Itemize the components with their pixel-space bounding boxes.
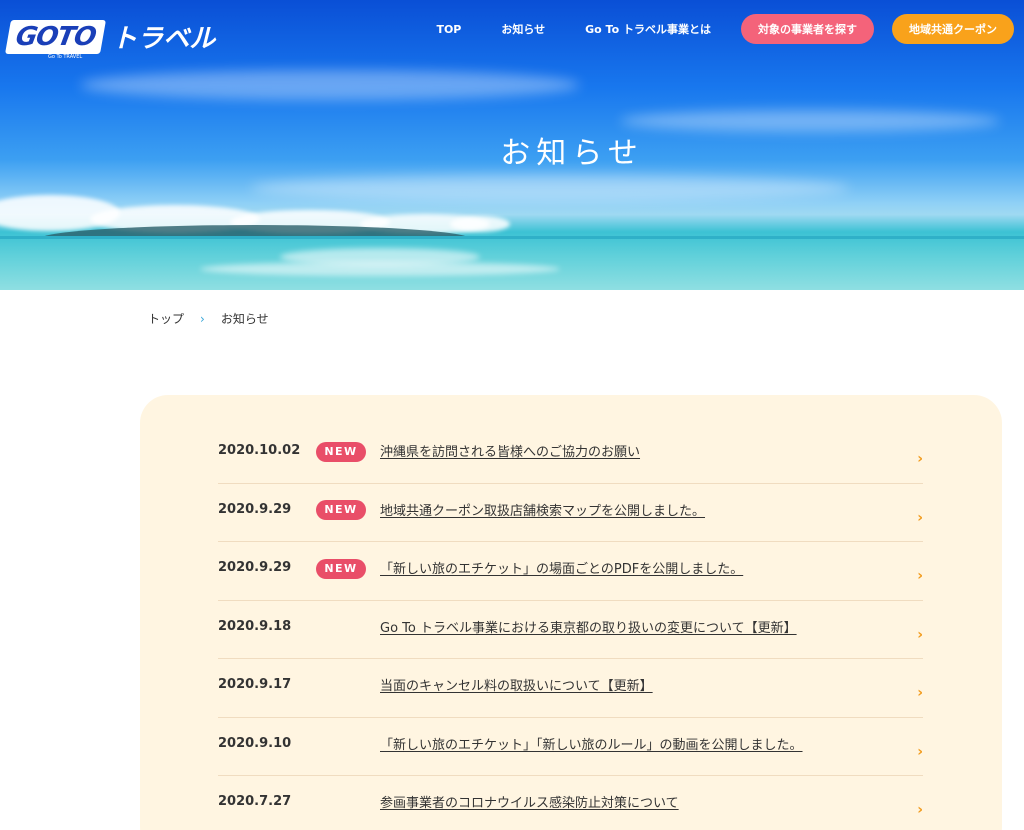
new-badge: NEW xyxy=(316,558,366,579)
sky-streak xyxy=(80,70,580,100)
page-title: お知らせ xyxy=(500,136,644,171)
news-date: 2020.7.27 xyxy=(218,794,292,810)
main-nav: TOP お知らせ Go To トラベル事業とは 対象の事業者を探す 地域共通クー… xyxy=(436,14,1014,44)
news-date: 2020.9.18 xyxy=(218,618,292,634)
news-date: 2020.9.10 xyxy=(218,735,292,751)
nav-news[interactable]: お知らせ xyxy=(501,21,545,37)
chevron-right-icon: › xyxy=(917,568,923,584)
news-date: 2020.10.02 xyxy=(218,443,301,459)
sea-foam xyxy=(200,262,560,276)
logo-badge: GOTO xyxy=(5,19,107,54)
breadcrumb: トップ › お知らせ xyxy=(148,310,269,327)
news-title-link[interactable]: 沖縄県を訪問される皆様へのご協力のお願い xyxy=(380,441,640,460)
chevron-right-icon: › xyxy=(917,509,923,526)
goto-travel-logo[interactable]: GOTO Go To TRAVEL トラベル xyxy=(5,18,216,60)
news-title-link[interactable]: 当面のキャンセル料の取扱いについて【更新】 xyxy=(380,675,653,694)
news-list: 2020.10.02 NEW 沖縄県を訪問される皆様へのご協力のお願い › 20… xyxy=(218,425,923,830)
sky-streak xyxy=(250,175,850,201)
chevron-right-icon: › xyxy=(917,451,923,467)
breadcrumb-current: お知らせ xyxy=(220,312,269,326)
news-title-link[interactable]: Go To トラベル事業における東京都の取り扱いの変更について【更新】 xyxy=(380,617,797,636)
nav-top[interactable]: TOP xyxy=(436,23,461,36)
logo-sub: Go To TRAVEL xyxy=(48,54,83,60)
horizon xyxy=(0,236,1024,239)
chevron-right-icon: › xyxy=(917,685,923,701)
news-title-link[interactable]: 地域共通クーポン取扱店舗検索マップを公開しました。 xyxy=(380,500,705,519)
news-item[interactable]: 2020.9.18 Go To トラベル事業における東京都の取り扱いの変更につい… xyxy=(218,601,923,659)
new-badge: NEW xyxy=(316,441,366,462)
find-businesses-button[interactable]: 対象の事業者を探す xyxy=(741,14,874,44)
news-date: 2020.9.17 xyxy=(218,677,292,693)
hero-banner: GOTO Go To TRAVEL トラベル TOP お知らせ Go To トラ… xyxy=(0,0,1024,290)
news-item[interactable]: 2020.7.27 参画事業者のコロナウイルス感染防止対策について › xyxy=(218,776,923,830)
chevron-right-icon: › xyxy=(917,802,923,818)
chevron-right-icon: › xyxy=(917,743,923,760)
logo-text: トラベル xyxy=(111,24,216,54)
breadcrumb-home[interactable]: トップ xyxy=(148,310,184,327)
chevron-right-icon: › xyxy=(917,626,923,643)
news-title-link[interactable]: 参画事業者のコロナウイルス感染防止対策について xyxy=(380,792,679,811)
nav-about[interactable]: Go To トラベル事業とは xyxy=(585,21,711,37)
news-date: 2020.9.29 xyxy=(218,501,292,517)
news-item[interactable]: 2020.9.17 当面のキャンセル料の取扱いについて【更新】 › xyxy=(218,659,923,718)
breadcrumb-separator-icon: › xyxy=(200,311,205,326)
news-item[interactable]: 2020.10.02 NEW 沖縄県を訪問される皆様へのご協力のお願い › xyxy=(218,425,923,484)
regional-coupon-button[interactable]: 地域共通クーポン xyxy=(892,14,1014,44)
news-item[interactable]: 2020.9.10 「新しい旅のエチケット」「新しい旅のルール」の動画を公開しま… xyxy=(218,718,923,776)
cloud xyxy=(450,216,510,232)
news-date: 2020.9.29 xyxy=(218,560,292,576)
news-item[interactable]: 2020.9.29 NEW 地域共通クーポン取扱店舗検索マップを公開しました。 … xyxy=(218,484,923,542)
news-item[interactable]: 2020.9.29 NEW 「新しい旅のエチケット」の場面ごとのPDFを公開しま… xyxy=(218,542,923,601)
news-title-link[interactable]: 「新しい旅のエチケット」「新しい旅のルール」の動画を公開しました。 xyxy=(380,734,803,753)
new-badge: NEW xyxy=(316,500,366,521)
news-title-link[interactable]: 「新しい旅のエチケット」の場面ごとのPDFを公開しました。 xyxy=(380,558,743,577)
